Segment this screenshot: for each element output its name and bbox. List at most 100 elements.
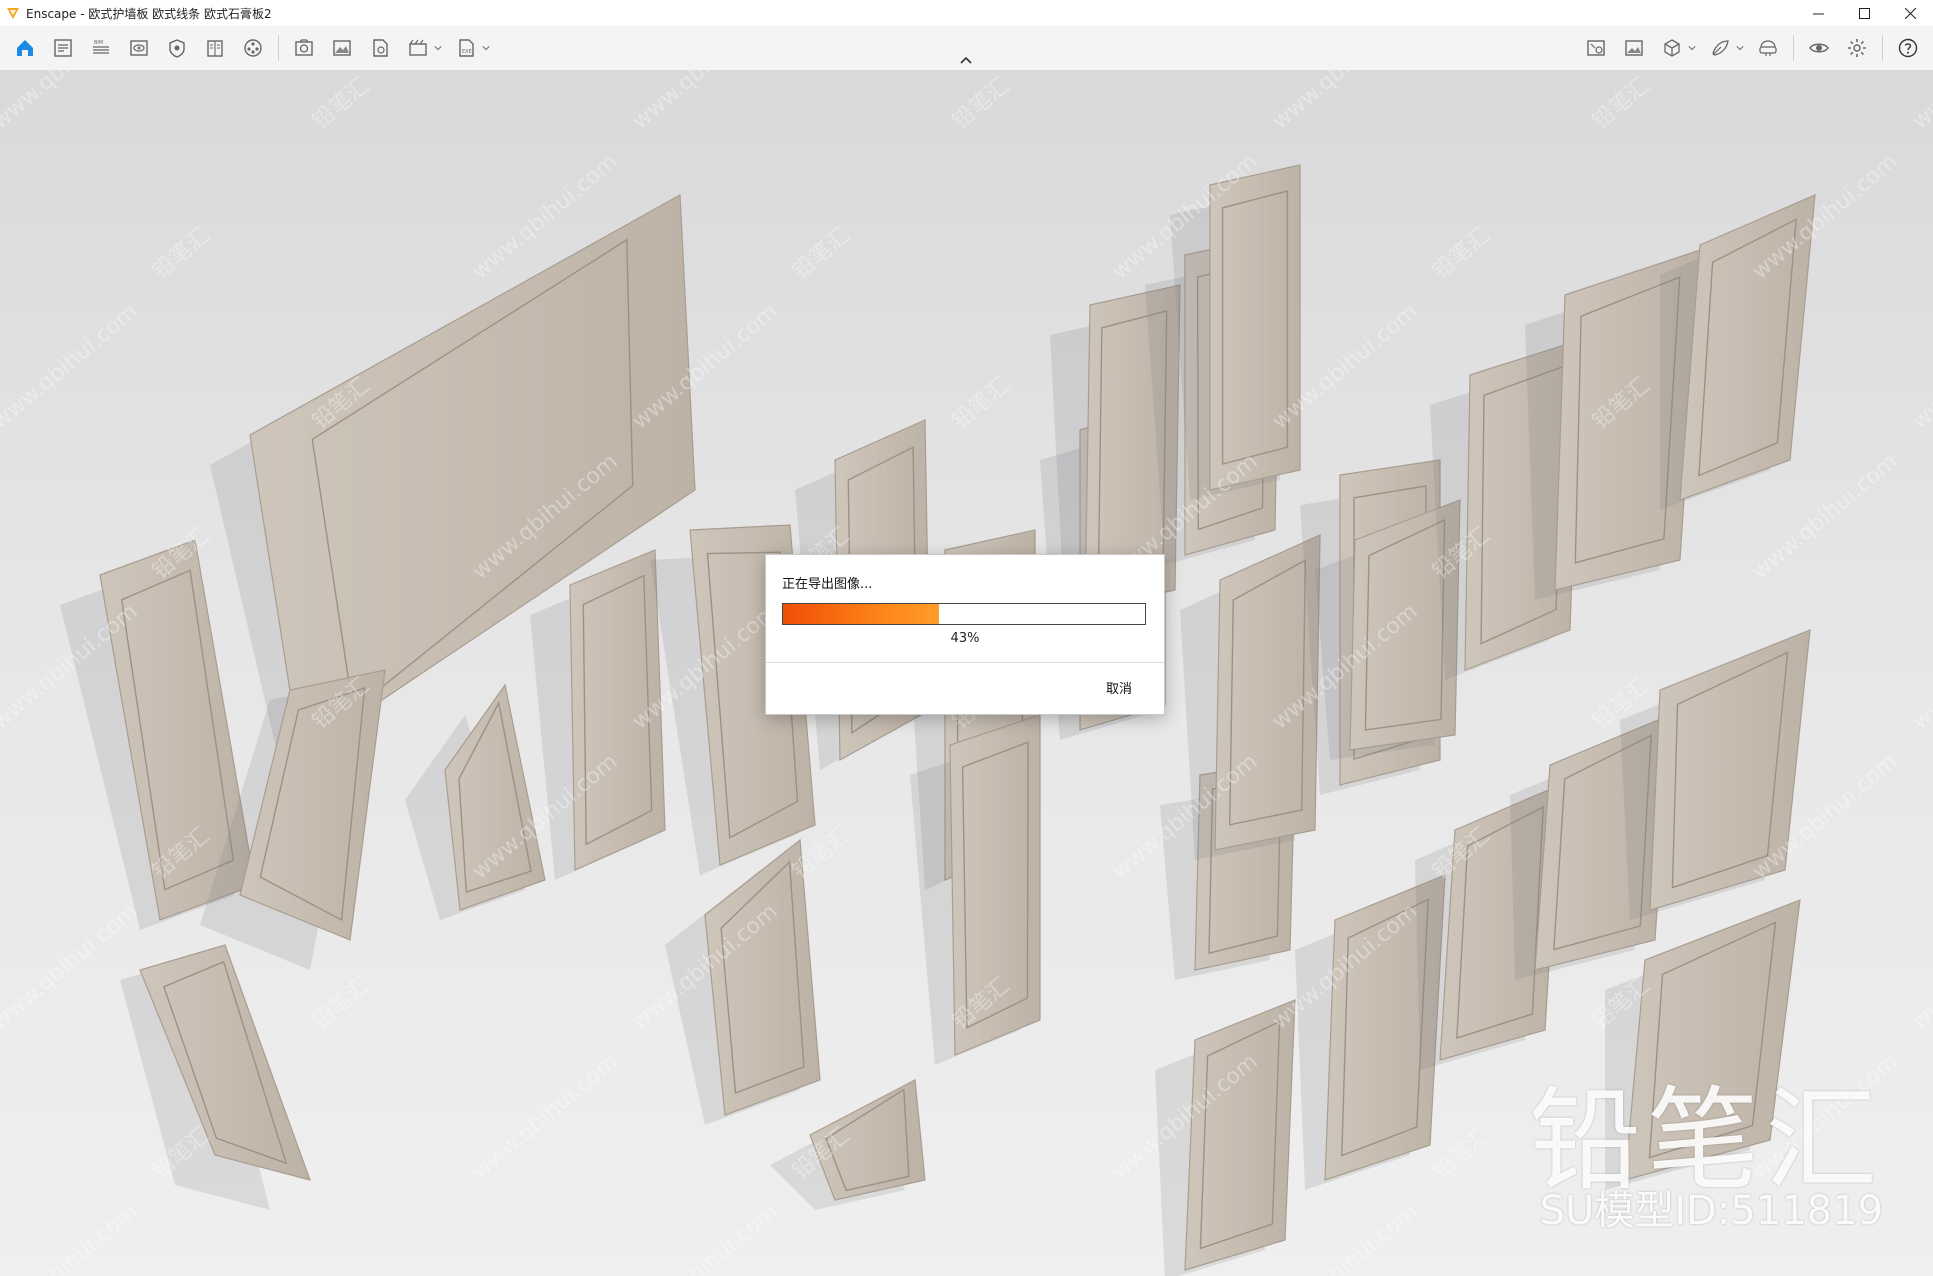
vr-button[interactable] (1754, 34, 1782, 62)
svg-text:BIM: BIM (94, 40, 103, 46)
close-icon (1904, 7, 1916, 19)
book-icon (207, 40, 223, 57)
chevron-down-icon (482, 46, 490, 51)
wall-panel (1209, 164, 1301, 491)
enscape-logo-icon (7, 8, 19, 19)
image-gallery-icon (1625, 40, 1643, 56)
capture-button[interactable] (290, 34, 318, 62)
toolbar-right-group (1577, 26, 1927, 70)
watermark-text: www.qbihui.com (1268, 70, 1423, 135)
watermark-text: 铅笔汇 (148, 223, 215, 285)
minimize-button[interactable] (1795, 0, 1841, 26)
watermark-text: www.qbihui.com (1908, 899, 1933, 1034)
toolbar-left-group: BIM EXE (6, 26, 495, 70)
toolbar-separator (1793, 35, 1794, 61)
watermark-text: 铅笔汇 (948, 373, 1015, 435)
render-button[interactable] (366, 34, 394, 62)
chevron-down-icon (1736, 46, 1744, 51)
help-button[interactable] (1894, 34, 1922, 62)
watermark-text: www.qbihui.com (1748, 449, 1903, 584)
watermark-text: 铅笔汇 (788, 223, 855, 285)
watermark-text: www.qbihui.com (1908, 299, 1933, 434)
collapse-toolbar-icon[interactable] (957, 54, 975, 66)
watermark-text: 铅笔汇 (308, 973, 375, 1035)
watermark-text: www.qbihui.com (1268, 1199, 1423, 1276)
svg-text:EXE: EXE (462, 49, 472, 55)
vr-icon (1759, 40, 1777, 56)
watermark-text: 铅笔汇 (1428, 1123, 1495, 1185)
feedback-icon (1712, 40, 1729, 56)
export-dropdown[interactable] (481, 34, 491, 62)
home-icon (17, 40, 33, 56)
render-icon (373, 39, 388, 57)
bim-button[interactable]: BIM (87, 34, 115, 62)
watermark-text: www.qbihui.com (0, 1199, 142, 1276)
progress-bar-fill (783, 604, 939, 624)
watermark-model-id: SU模型ID:511819 (1539, 1188, 1883, 1234)
watermark-text: www.qbihui.com (0, 899, 142, 1034)
watermark-text: 铅笔汇 (308, 73, 375, 135)
watermark-text: www.qbihui.com (628, 70, 783, 135)
export-progress-dialog: 正在导出图像... 43% 取消 (765, 554, 1165, 715)
cancel-button[interactable]: 取消 (1106, 678, 1132, 697)
sketch-icon (54, 39, 72, 57)
title-bar: Enscape - 欧式护墙板 欧式线条 欧式石膏板2 (0, 0, 1933, 26)
book-button[interactable] (201, 34, 229, 62)
sketch-button[interactable] (49, 34, 77, 62)
minimize-icon (1812, 13, 1824, 14)
capture-icon (295, 39, 313, 56)
window-controls (1795, 0, 1933, 26)
watermark-text: www.qbihui.com (0, 70, 142, 135)
help-icon (1898, 38, 1918, 58)
settings-icon (1848, 39, 1866, 57)
watermark-text: www.qbihui.com (0, 299, 142, 434)
image-gallery-button[interactable] (1620, 34, 1648, 62)
chevron-down-icon (434, 46, 442, 51)
views-icon (1587, 40, 1605, 56)
close-button[interactable] (1887, 0, 1933, 26)
visual-settings-icon (169, 39, 185, 58)
maximize-icon (1858, 7, 1870, 19)
watermark-text: 铅笔汇 (948, 73, 1015, 135)
video-editor-icon (409, 39, 427, 56)
dialog-divider (766, 662, 1164, 663)
view-button[interactable] (125, 34, 153, 62)
cube-dropdown[interactable] (1687, 34, 1697, 62)
export-message: 正在导出图像... (782, 577, 873, 592)
screenshot-icon (333, 40, 351, 56)
chevron-down-icon (1688, 46, 1696, 51)
enscape-toolbar: BIM EXE (0, 26, 1933, 71)
settings-button[interactable] (1843, 34, 1871, 62)
maximize-button[interactable] (1841, 0, 1887, 26)
visual-settings-button[interactable] (163, 34, 191, 62)
export-icon: EXE (459, 39, 474, 57)
watermark-text: www.qbihui.com (1908, 1199, 1933, 1276)
toolbar-separator (278, 35, 279, 61)
home-button[interactable] (11, 34, 39, 62)
views-button[interactable] (1582, 34, 1610, 62)
bim-icon: BIM (93, 40, 109, 54)
toolbar-separator (1882, 35, 1883, 61)
cube-button[interactable] (1658, 34, 1686, 62)
asset-library-button[interactable] (239, 34, 267, 62)
video-dropdown[interactable] (433, 34, 443, 62)
feedback-dropdown[interactable] (1735, 34, 1745, 62)
export-button[interactable]: EXE (452, 34, 480, 62)
watermark-text: 铅笔汇 (1428, 223, 1495, 285)
view-icon (130, 40, 148, 56)
progress-bar (782, 603, 1146, 625)
cube-icon (1664, 39, 1680, 57)
progress-percent: 43% (950, 631, 980, 646)
watermark-text: www.qbihui.com (468, 1049, 623, 1184)
screenshot-button[interactable] (328, 34, 356, 62)
watermark-text: www.qbihui.com (1908, 70, 1933, 135)
watermark-text: www.qbihui.com (628, 1199, 783, 1276)
window-title: Enscape - 欧式护墙板 欧式线条 欧式石膏板2 (26, 6, 272, 21)
video-editor-button[interactable] (404, 34, 432, 62)
eye-icon (1809, 43, 1829, 53)
watermark-text: 铅笔汇 (1588, 73, 1655, 135)
watermark-text: www.qbihui.com (1908, 599, 1933, 734)
asset-library-icon (244, 39, 262, 57)
eye-button[interactable] (1805, 34, 1833, 62)
feedback-button[interactable] (1706, 34, 1734, 62)
